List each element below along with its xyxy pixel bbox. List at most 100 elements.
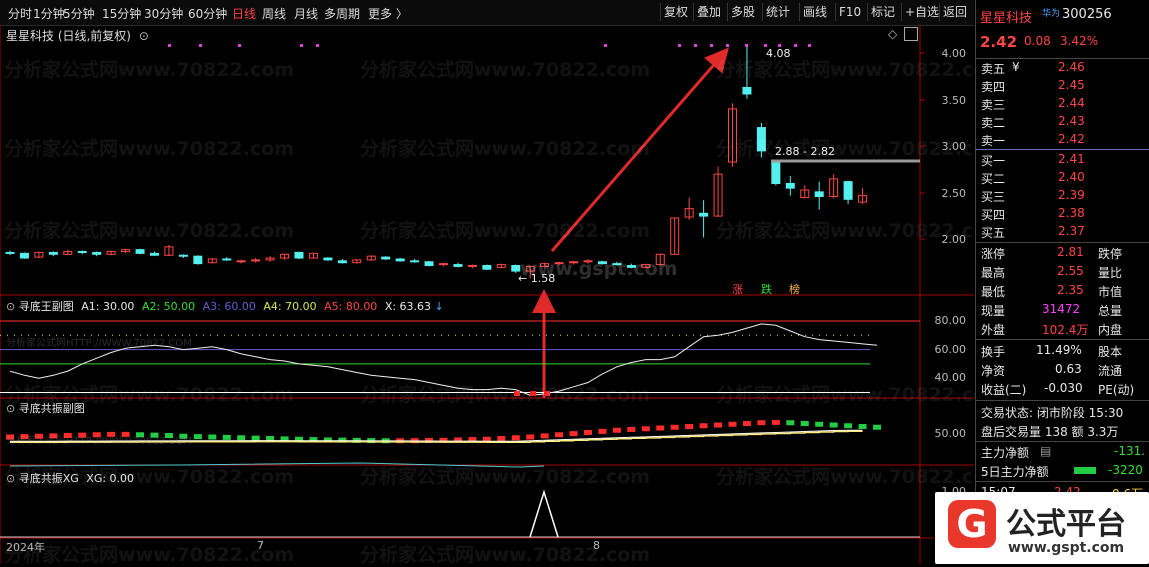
tab-60min[interactable]: 60分钟 [188, 5, 227, 22]
chart-canvas[interactable] [0, 25, 974, 564]
tab-5min[interactable]: 5分钟 [63, 5, 95, 22]
resonance-step [742, 421, 751, 426]
indicator-watermark: 分析家公式网HTTP://WWW.70822.COM [6, 338, 192, 349]
tab-15min[interactable]: 15分钟 [102, 5, 141, 22]
period-toolbar: 分时 1分钟 5分钟 15分钟 30分钟 60分钟 日线 周线 月线 多周期 更… [0, 0, 974, 26]
draw-line-button[interactable]: 画线 [799, 3, 830, 21]
event-tag-limit-down[interactable]: 跌 [761, 281, 772, 297]
signal-dot [726, 44, 729, 47]
main-net-row[interactable]: 主力净额 ▤ -131. [976, 443, 1149, 461]
y-tick-label: 2.50 [941, 187, 967, 200]
candle-body [135, 249, 145, 254]
after-trade: 盘后交易量 138 额 3.3万 [976, 422, 1149, 440]
settings-icon[interactable]: ⊙ [6, 402, 15, 415]
tab-timeshare[interactable]: 分时 [8, 5, 32, 22]
multi-stock-button[interactable]: 多股 [727, 3, 758, 21]
candle-body [410, 260, 420, 263]
candle-body [511, 264, 521, 272]
stat-row: 涨停 2.81 跌停 [976, 244, 1149, 262]
ask-label: 卖一 [981, 134, 1006, 148]
stat-row: 收益(二) -0.030 PE(动) [976, 380, 1149, 398]
signal-dot [199, 44, 202, 47]
concept-tag[interactable]: 华为 [1042, 6, 1060, 19]
tab-weekly[interactable]: 周线 [262, 5, 286, 22]
candle-body [19, 252, 29, 259]
overlay-button[interactable]: 叠加 [693, 3, 724, 21]
signal-dot [604, 44, 607, 47]
window-toggle-icon[interactable] [904, 27, 918, 41]
tab-1min[interactable]: 1分钟 [33, 5, 65, 22]
event-tag-limit-up[interactable]: 涨 [732, 281, 743, 297]
bid-row[interactable]: 买一 2.41 [976, 151, 1149, 169]
bid-row[interactable]: 买二 2.40 [976, 169, 1149, 187]
candle-body [626, 264, 636, 268]
stock-code: 300256 [1062, 7, 1112, 22]
signal-dot [168, 44, 171, 47]
detail-icon[interactable]: ▤ [1040, 444, 1051, 458]
resonance-step [786, 420, 795, 426]
chevron-down-icon[interactable]: ⊙ [139, 29, 149, 43]
bid-row[interactable]: 买五 2.37 [976, 223, 1149, 241]
candle-body [424, 261, 434, 266]
ask-row[interactable]: 卖五 ¥ 2.46 [976, 59, 1149, 77]
y-tick-label: 3.00 [941, 140, 967, 153]
resonance-step [540, 433, 549, 439]
currency-icon: ¥ [1012, 60, 1020, 74]
bid-price: 2.38 [1058, 206, 1085, 220]
resonance-step [584, 430, 592, 435]
tab-daily[interactable]: 日线 [232, 5, 256, 22]
low-price-annotation: ← 1.58 [518, 272, 556, 285]
ask-label: 卖四 [981, 80, 1006, 94]
resonance-step [251, 435, 260, 441]
f10-button[interactable]: F10 [835, 3, 864, 21]
resonance-step [208, 434, 217, 440]
signal-dot [808, 44, 811, 47]
statistics-button[interactable]: 统计 [762, 3, 793, 21]
bid-price: 2.41 [1058, 152, 1085, 166]
tab-30min[interactable]: 30分钟 [144, 5, 183, 22]
resonance-step [858, 424, 867, 429]
stat-value: 2.35 [1057, 283, 1084, 297]
resonance-step [511, 435, 520, 441]
stat-value: 11.49% [1036, 343, 1082, 357]
main-net5-row[interactable]: 5日主力净额 -3220 [976, 462, 1149, 480]
ask-row[interactable]: 卖三 2.44 [976, 95, 1149, 113]
stat-label: 最高 [981, 266, 1006, 280]
candle-body [843, 181, 853, 200]
ask-row[interactable]: 卖一 2.42 [976, 131, 1149, 149]
bid-label: 买二 [981, 172, 1006, 186]
stat-value: 2.81 [1057, 245, 1084, 259]
date-label: 7 [257, 539, 264, 552]
ask-row[interactable]: 卖二 2.43 [976, 113, 1149, 131]
candle-body [150, 252, 159, 256]
indicator-name: 寻底共振副图 [18, 402, 85, 415]
settings-icon[interactable]: ⊙ [6, 300, 15, 313]
main-net5-label: 5日主力净额 [981, 465, 1049, 479]
candle-body [453, 264, 463, 267]
diamond-icon[interactable]: ◇ [888, 27, 897, 41]
settings-icon[interactable]: ⊙ [6, 472, 15, 485]
resonance-step [656, 425, 665, 431]
adjust-button[interactable]: 复权 [660, 3, 691, 21]
bid-row[interactable]: 买三 2.39 [976, 187, 1149, 205]
tab-multi-period[interactable]: 多周期 [324, 5, 360, 22]
more-menu-button[interactable]: 更多 〉 [368, 5, 408, 22]
date-label: 2024年 [6, 541, 45, 554]
indicator-name: 寻底共振XG [18, 472, 79, 485]
candle-body [77, 251, 87, 254]
stock-header: 星星科技 华为 300256 [976, 6, 1149, 28]
signal-dot [678, 44, 681, 47]
ask-row[interactable]: 卖四 2.45 [976, 77, 1149, 95]
event-tag-ranking[interactable]: 榜 [789, 281, 800, 297]
mark-button[interactable]: 标记 [867, 3, 898, 21]
candle-body [251, 259, 261, 262]
main-net5-value: -3220 [1108, 463, 1143, 477]
resonance-step [699, 423, 708, 429]
stat-value: 2.55 [1057, 264, 1084, 278]
back-button[interactable]: 返回 [939, 3, 970, 21]
bid-row[interactable]: 买四 2.38 [976, 205, 1149, 223]
tab-monthly[interactable]: 月线 [294, 5, 318, 22]
range-annotation: 2.88 - 2.82 [775, 145, 835, 158]
add-watchlist-button[interactable]: +自选 [901, 3, 942, 21]
high-price-annotation: 4.08 [766, 47, 791, 60]
